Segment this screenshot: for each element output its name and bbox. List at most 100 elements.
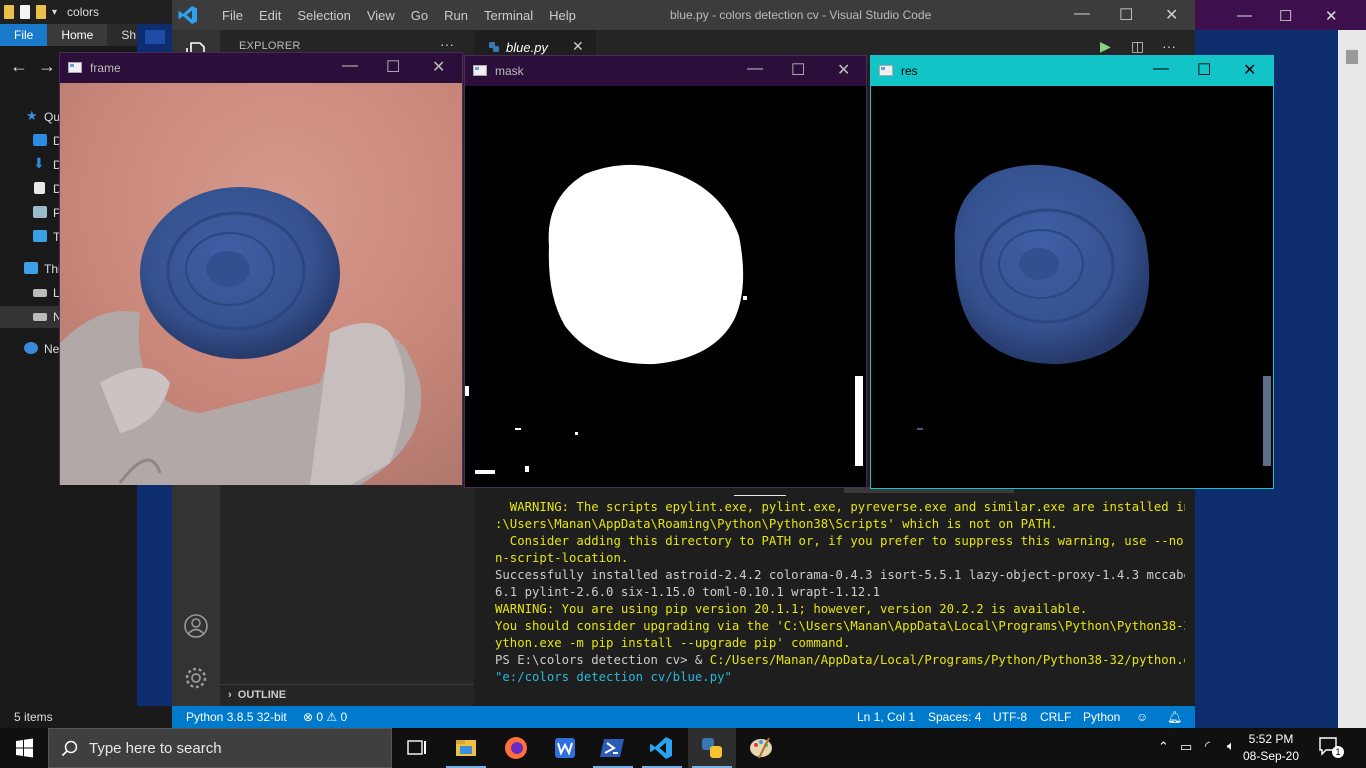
menu-bar: File Edit Selection View Go Run Terminal…: [214, 0, 584, 30]
settings-gear-icon[interactable]: [183, 665, 209, 691]
minimize-icon[interactable]: —: [1153, 60, 1169, 78]
windows-start-icon[interactable]: [0, 728, 48, 768]
more-actions-icon[interactable]: ···: [1162, 38, 1176, 54]
paint-icon[interactable]: [737, 728, 785, 768]
explorer-status: 5 items: [0, 706, 175, 728]
search-icon: [61, 740, 78, 757]
line-ending[interactable]: CRLF: [1040, 710, 1071, 724]
menu-run[interactable]: Run: [436, 8, 476, 23]
terminal-panel: WARNING: The scripts epylint.exe, pylint…: [474, 487, 1195, 706]
chevron-right-icon: ›: [228, 689, 232, 701]
show-hidden-icons-icon[interactable]: ⌃: [1158, 739, 1169, 755]
maximize-icon[interactable]: ☐: [1197, 60, 1211, 80]
maximize-icon[interactable]: ☐: [1119, 5, 1133, 25]
status-bar: Python 3.8.5 32-bit ⊗ 0 ⚠ 0 Ln 1, Col 1 …: [172, 706, 1195, 728]
outline-section[interactable]: › OUTLINE: [220, 684, 474, 706]
indentation[interactable]: Spaces: 4: [928, 710, 981, 724]
more-actions-icon[interactable]: ···: [440, 36, 454, 52]
window-app-icon: [473, 65, 487, 76]
close-tab-icon[interactable]: ✕: [572, 38, 584, 55]
task-view-icon[interactable]: [392, 728, 440, 768]
window-title: blue.py - colors detection cv - Visual S…: [670, 8, 932, 22]
minimize-icon[interactable]: —: [1237, 7, 1252, 24]
folder-icon: [4, 5, 14, 19]
prompt-command: C:/Users/Manan/AppData/Local/Programs/Py…: [709, 653, 1185, 667]
result-image: [871, 86, 1273, 488]
wps-writer-icon[interactable]: [541, 728, 589, 768]
menu-view[interactable]: View: [359, 8, 403, 23]
close-icon[interactable]: ✕: [1165, 5, 1178, 25]
menu-terminal[interactable]: Terminal: [476, 8, 541, 23]
ribbon-tab-home[interactable]: Home: [47, 24, 108, 46]
feedback-icon[interactable]: ☺: [1136, 710, 1148, 724]
python-interpreter[interactable]: Python 3.8.5 32-bit: [186, 710, 287, 724]
desktop-icon: [33, 134, 47, 146]
explorer-titlebar: ▾ colors: [0, 0, 175, 24]
forward-arrow-icon[interactable]: →: [38, 56, 56, 77]
volume-icon[interactable]: 🔈︎: [1227, 738, 1235, 754]
menu-file[interactable]: File: [214, 8, 251, 23]
explorer-header: EXPLORER: [239, 40, 301, 52]
action-center-icon[interactable]: 1: [1318, 736, 1348, 760]
cv-window-res[interactable]: res — ☐ ✕: [870, 55, 1274, 489]
language-mode[interactable]: Python: [1083, 710, 1120, 724]
close-icon[interactable]: ✕: [432, 57, 445, 77]
qat-dropdown-icon[interactable]: ▾: [52, 7, 57, 18]
scrollbar-thumb[interactable]: [1346, 50, 1358, 64]
problems-count[interactable]: ⊗ 0 ⚠ 0: [303, 710, 347, 724]
cv-window-mask[interactable]: mask — ☐ ✕: [464, 55, 867, 488]
outline-label: OUTLINE: [237, 689, 287, 701]
file-explorer-taskbar-icon[interactable]: [442, 728, 490, 768]
ribbon-tab-file[interactable]: File: [0, 24, 48, 46]
terminal-line: n-script-location.: [495, 551, 629, 565]
star-icon: ★: [26, 108, 38, 123]
close-icon[interactable]: ✕: [1243, 60, 1256, 80]
drive-icon: [33, 289, 47, 297]
run-icon[interactable]: ▶: [1100, 38, 1111, 55]
back-arrow-icon[interactable]: ←: [10, 56, 28, 77]
vscode-taskbar-icon[interactable]: [638, 728, 686, 768]
terminal-line: WARNING: You are using pip version 20.1.…: [495, 602, 1088, 616]
mask-image: [465, 86, 866, 487]
minimize-icon[interactable]: —: [342, 57, 358, 75]
computer-icon: [24, 262, 38, 274]
maximize-icon[interactable]: ☐: [386, 57, 400, 77]
menu-selection[interactable]: Selection: [289, 8, 358, 23]
close-icon[interactable]: ✕: [837, 60, 850, 80]
maximize-icon[interactable]: ☐: [1279, 7, 1292, 25]
menu-edit[interactable]: Edit: [251, 8, 289, 23]
terminal-output[interactable]: WARNING: The scripts epylint.exe, pylint…: [495, 499, 1185, 686]
encoding[interactable]: UTF-8: [993, 710, 1027, 724]
cv-titlebar: mask — ☐ ✕: [465, 56, 866, 86]
python-taskbar-icon[interactable]: [688, 728, 736, 768]
maximize-icon[interactable]: ☐: [791, 60, 805, 80]
menu-help[interactable]: Help: [541, 8, 584, 23]
item-count: 5 items: [14, 710, 53, 724]
cv-window-title: res: [901, 64, 918, 78]
explorer-title: colors: [67, 5, 100, 19]
minimize-icon[interactable]: —: [747, 60, 763, 78]
powershell-taskbar-icon[interactable]: [589, 728, 637, 768]
clock[interactable]: 5:52 PM 08-Sep-20: [1240, 731, 1302, 765]
cursor-position[interactable]: Ln 1, Col 1: [857, 710, 915, 724]
split-editor-icon[interactable]: ◫: [1131, 38, 1144, 55]
minimize-icon[interactable]: —: [1074, 5, 1090, 23]
cv-titlebar: res — ☐ ✕: [871, 56, 1273, 86]
close-icon[interactable]: ✕: [1325, 7, 1338, 25]
cv-window-frame[interactable]: frame — ☐ ✕: [59, 52, 463, 485]
search-placeholder: Type here to search: [89, 740, 222, 757]
powershell-icon: [145, 30, 165, 44]
wifi-icon[interactable]: ◜: [1205, 738, 1210, 754]
account-icon[interactable]: [183, 613, 209, 639]
monitor-icon: [33, 230, 47, 242]
firefox-icon[interactable]: [492, 728, 540, 768]
new-folder-icon[interactable]: [36, 5, 46, 19]
terminal-line: WARNING: The scripts epylint.exe, pylint…: [495, 500, 1185, 514]
properties-icon[interactable]: [20, 5, 30, 19]
cv-window-title: frame: [90, 61, 121, 75]
battery-icon[interactable]: ▭: [1180, 739, 1192, 755]
scrollbar[interactable]: [1338, 30, 1366, 728]
taskbar-search[interactable]: Type here to search: [48, 728, 392, 768]
notifications-bell-icon[interactable]: 🔔︎: [1167, 710, 1182, 724]
menu-go[interactable]: Go: [403, 8, 436, 23]
